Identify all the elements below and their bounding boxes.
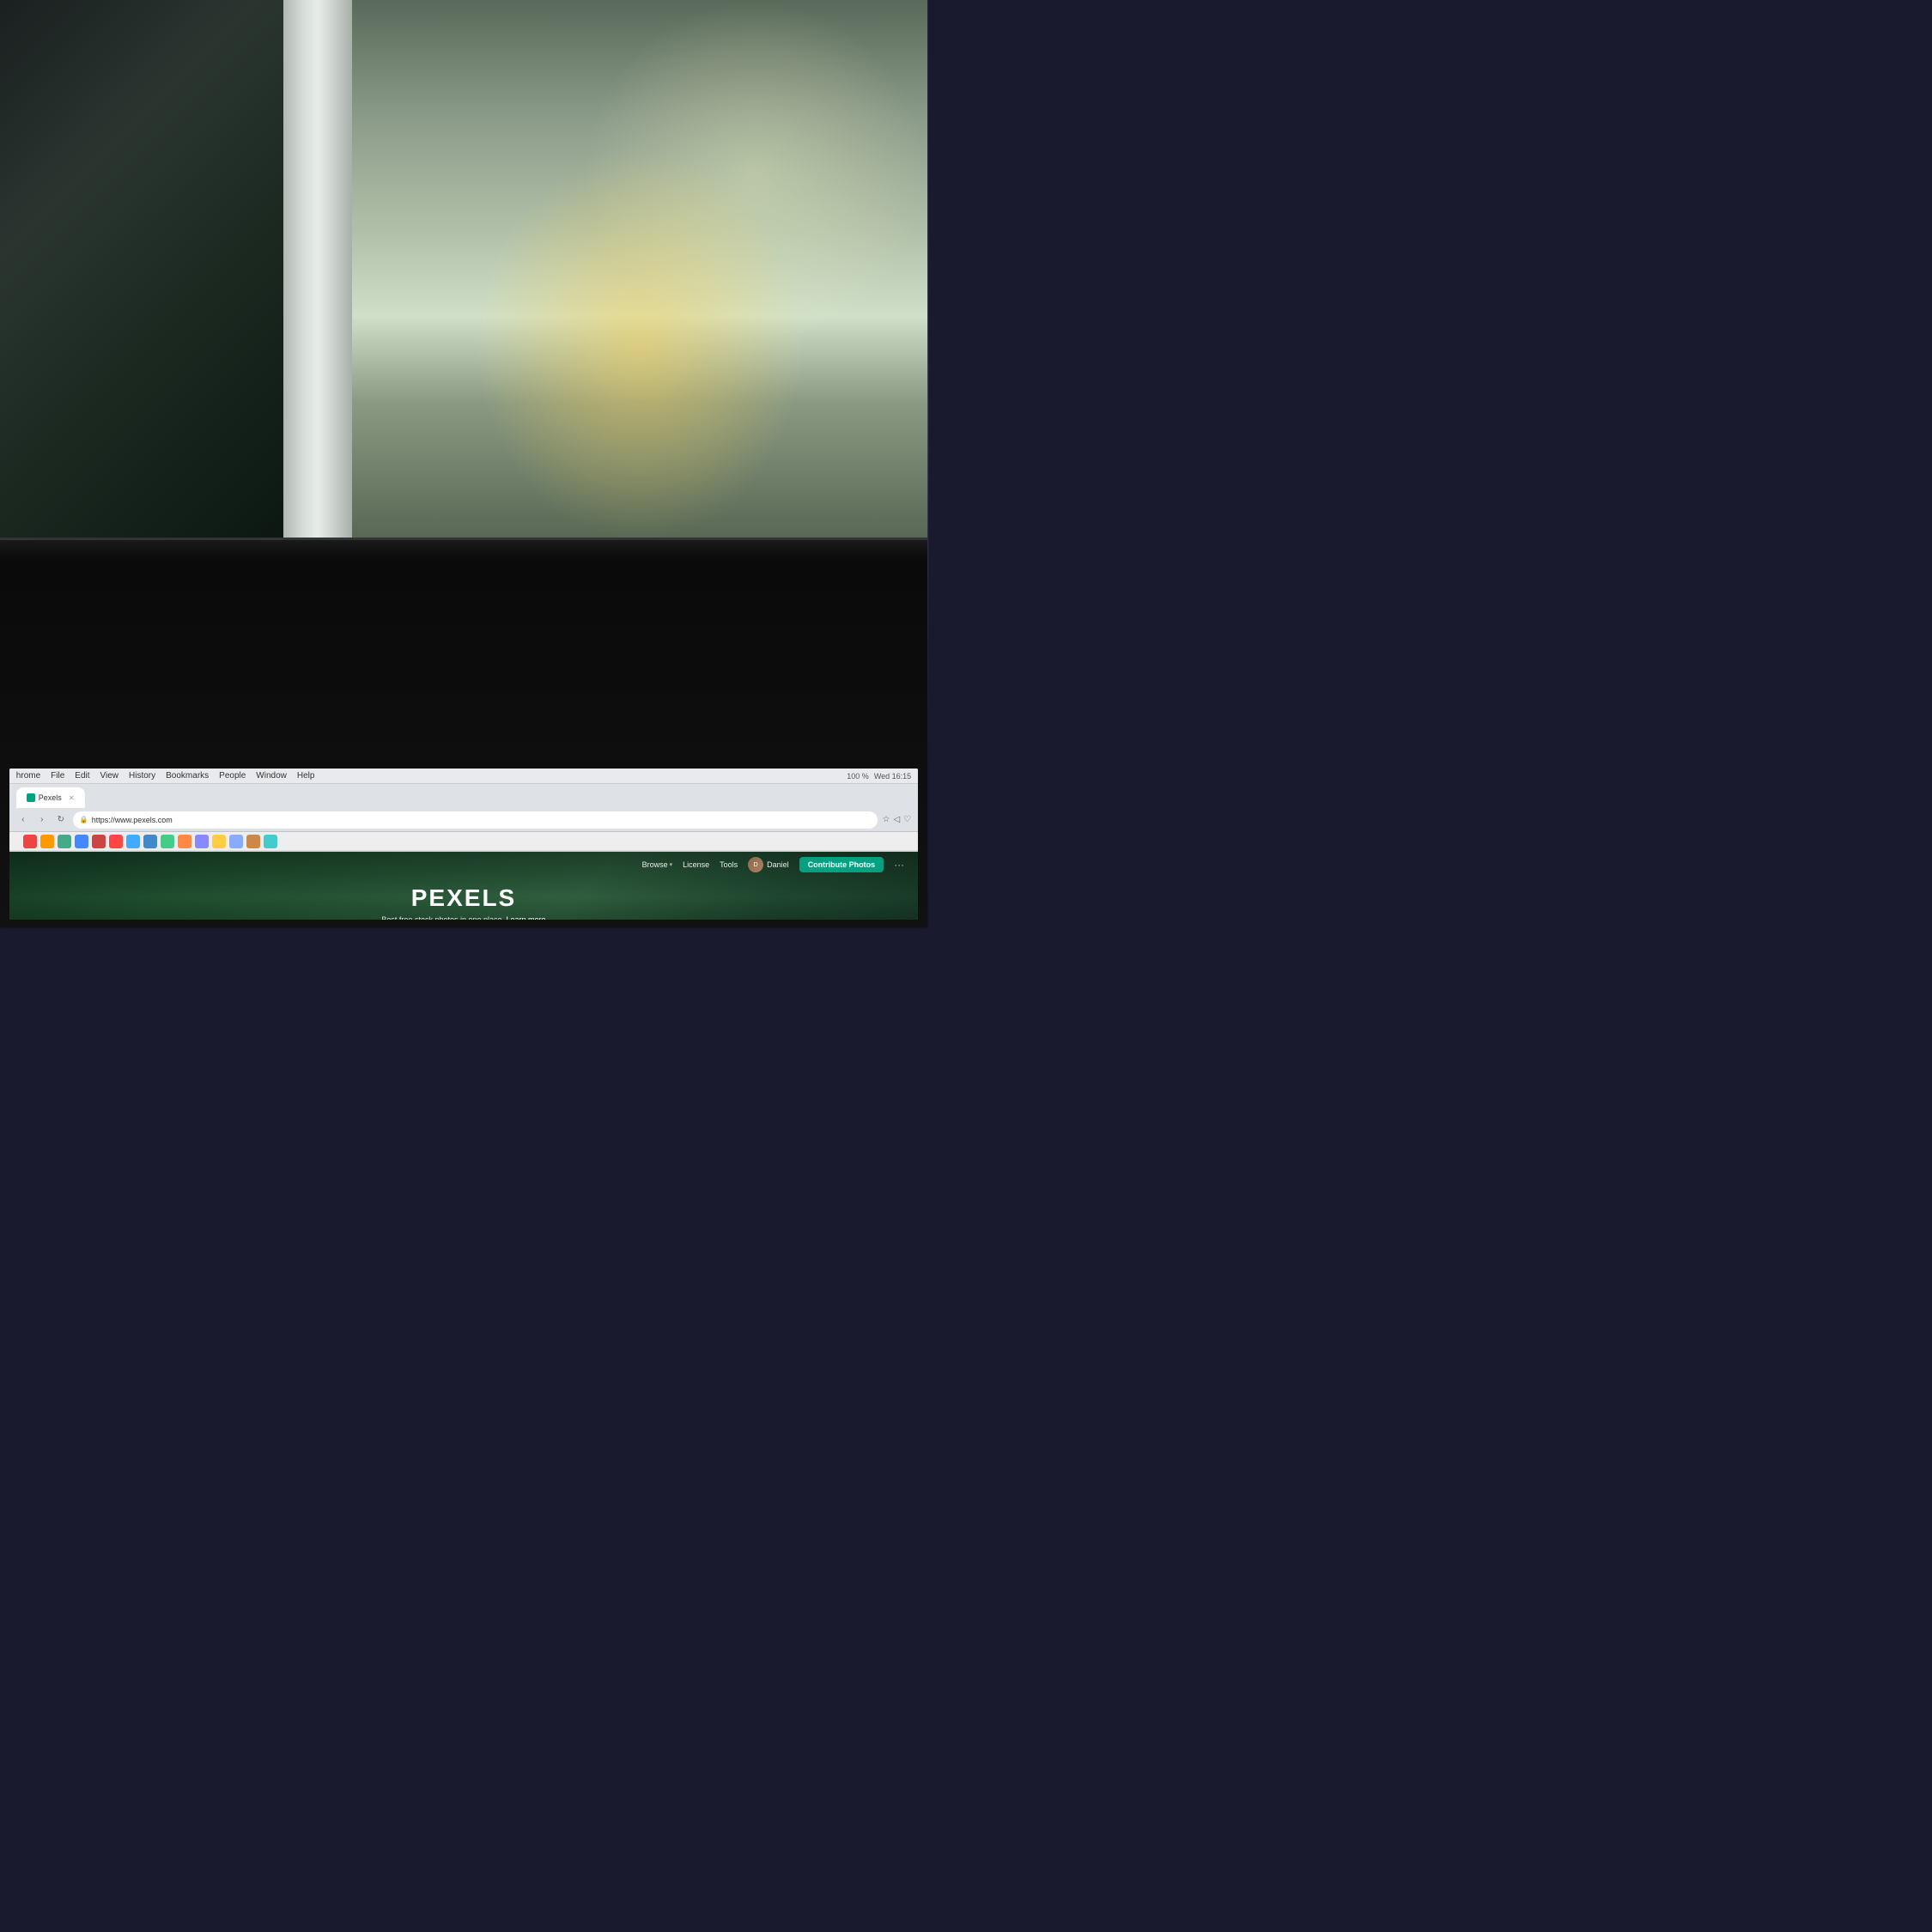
hero-content: PEXELS Best free stock photos in one pla… [381,884,545,920]
menu-bar-right: 100 % Wed 16:15 [847,772,911,781]
tab-close-button[interactable]: ✕ [69,794,75,802]
hero-section: Browse ▾ License Tools D Daniel Contribu… [9,852,918,920]
menu-bookmarks[interactable]: Bookmarks [166,771,209,781]
profile-icon[interactable]: ♡ [903,815,911,824]
pexels-navbar: Browse ▾ License Tools D Daniel Contribu… [9,852,918,878]
menu-window[interactable]: Window [256,771,287,781]
user-menu[interactable]: D Daniel [748,857,789,872]
ext-youtube[interactable] [109,835,123,848]
ext-notion[interactable] [143,835,157,848]
zoom-level: 100 % [847,772,869,781]
screen-content: hrome File Edit View History Bookmarks P… [9,769,918,920]
bookmark-icons: ☆ ◁ ♡ [883,815,912,824]
ext-orange1[interactable] [178,835,191,848]
ext-brown1[interactable] [246,835,260,848]
ext-calendar[interactable] [58,835,71,848]
ext-purple1[interactable] [195,835,209,848]
ext-drive[interactable] [40,835,54,848]
ext-teal1[interactable] [264,835,277,848]
star-icon[interactable]: ☆ [883,815,890,824]
menu-people[interactable]: People [219,771,246,781]
user-avatar: D [748,857,763,872]
tab-favicon [27,793,35,802]
pexels-logo: PEXELS [411,884,516,912]
menu-history[interactable]: History [129,771,155,781]
tools-nav-link[interactable]: Tools [720,860,738,869]
forward-button[interactable]: › [35,813,49,827]
user-name: Daniel [767,860,789,869]
reload-button[interactable]: ↻ [54,813,68,827]
tab-bar: Pexels ✕ [9,784,918,808]
clock: Wed 16:15 [874,772,911,781]
concrete-column [283,0,352,575]
extensions-icon[interactable]: ◁ [894,815,901,824]
secure-icon: 🔒 [80,816,88,823]
browser-chrome: hrome File Edit View History Bookmarks P… [9,769,918,852]
menu-help[interactable]: Help [297,771,315,781]
more-options-icon[interactable]: ··· [894,859,904,871]
menu-view[interactable]: View [100,771,119,781]
ext-yellow1[interactable] [212,835,226,848]
browse-nav-link[interactable]: Browse ▾ [642,860,673,869]
office-interior [352,0,927,575]
browser-tab-pexels[interactable]: Pexels ✕ [16,787,85,808]
dark-left-area [0,0,283,575]
menu-bar: hrome File Edit View History Bookmarks P… [9,769,918,784]
back-button[interactable]: ‹ [16,813,30,827]
url-text: https://www.pexels.com [92,816,173,824]
monitor-bezel: hrome File Edit View History Bookmarks P… [0,538,927,927]
hero-tagline: Best free stock photos in one place. Lea… [381,915,545,920]
browse-chevron-icon: ▾ [670,861,673,868]
extensions-toolbar [9,832,918,851]
learn-more-link[interactable]: Learn more [507,915,546,920]
ext-red1[interactable] [92,835,106,848]
url-bar[interactable]: 🔒 https://www.pexels.com [73,811,878,829]
tab-title: Pexels [39,793,62,802]
pexels-website: Browse ▾ License Tools D Daniel Contribu… [9,852,918,920]
ext-gmail[interactable] [23,835,37,848]
ext-lightblue1[interactable] [229,835,243,848]
menu-chrome[interactable]: hrome [16,771,40,781]
ext-green1[interactable] [161,835,174,848]
contribute-photos-button[interactable]: Contribute Photos [799,857,884,872]
ext-todo[interactable] [75,835,88,848]
menu-edit[interactable]: Edit [75,771,89,781]
ext-blue1[interactable] [126,835,140,848]
menu-file[interactable]: File [51,771,64,781]
license-nav-link[interactable]: License [683,860,709,869]
address-bar: ‹ › ↻ 🔒 https://www.pexels.com ☆ ◁ ♡ [9,808,918,832]
